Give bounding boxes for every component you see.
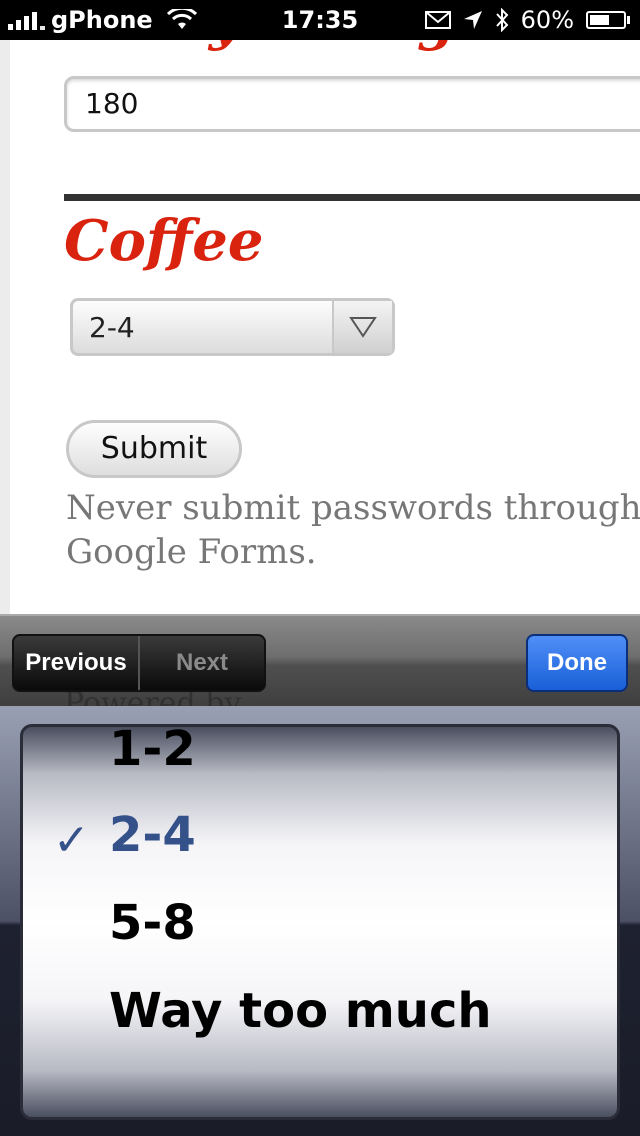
weight-heading: Today's Weight (66, 40, 519, 52)
picker-option[interactable]: Way too much (109, 983, 492, 1039)
prev-next-control: Previous Next (12, 634, 266, 692)
status-right: 60% (424, 6, 630, 34)
picker-option[interactable]: 5-8 (109, 895, 196, 951)
select-picker: 1-2 ✓ 2-4 5-8 Way too much (0, 706, 640, 1136)
picker-option[interactable]: 1-2 (109, 727, 196, 777)
checkmark-icon: ✓ (53, 815, 90, 866)
picker-option-selected[interactable]: 2-4 (109, 807, 196, 863)
bluetooth-icon (495, 8, 509, 32)
coffee-heading: Coffee (64, 208, 264, 274)
done-button[interactable]: Done (526, 634, 628, 692)
coffee-select-value: 2-4 (89, 311, 135, 344)
coffee-select[interactable]: 2-4 (70, 298, 395, 356)
status-bar: gPhone 17:35 60% (0, 0, 640, 40)
web-page: Today's Weight 180 Coffee 2-4 Submit Nev… (0, 40, 640, 614)
battery-percent: 60% (520, 6, 574, 34)
password-warning: Never submit passwords through Google Fo… (66, 488, 640, 572)
submit-button[interactable]: Submit (66, 420, 242, 478)
picker-wheel[interactable]: 1-2 ✓ 2-4 5-8 Way too much (20, 724, 620, 1120)
page-gutter (0, 40, 10, 614)
battery-icon (586, 11, 630, 29)
section-divider (64, 194, 640, 201)
dropdown-arrow-icon (332, 301, 392, 353)
mail-icon (424, 11, 451, 29)
form-assistant-toolbar: Powered by Previous Next Done (0, 614, 640, 706)
weight-input[interactable]: 180 (64, 76, 640, 132)
location-icon (463, 11, 482, 29)
next-button[interactable]: Next (140, 636, 264, 690)
previous-button[interactable]: Previous (14, 636, 140, 690)
